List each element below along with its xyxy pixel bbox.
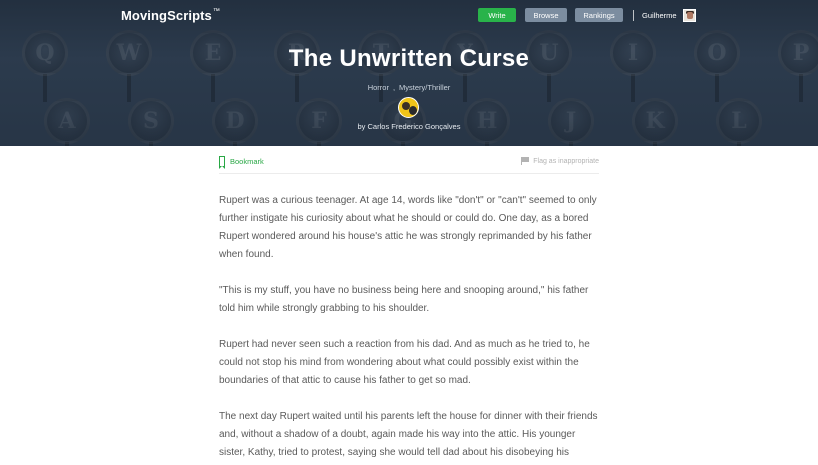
bookmark-button[interactable]: Bookmark: [218, 156, 264, 169]
trademark-mark: ™: [212, 8, 220, 15]
user-avatar[interactable]: [683, 9, 696, 22]
bookmark-label: Bookmark: [230, 156, 264, 166]
genre-link[interactable]: Mystery/Thriller: [399, 83, 450, 92]
avatar-figure: [409, 106, 417, 115]
flag-button[interactable]: Flag as inappropriate: [521, 157, 599, 165]
author-avatar[interactable]: [398, 97, 419, 118]
story-title: The Unwritten Curse: [288, 45, 530, 72]
bookmark-icon: [218, 156, 225, 169]
browse-button[interactable]: Browse: [525, 8, 567, 22]
story-body: Rupert was a curious teenager. At age 14…: [219, 192, 601, 465]
story-paragraph: Rupert was a curious teenager. At age 14…: [219, 195, 597, 260]
genre-list: Horror, Mystery/Thriller: [0, 83, 818, 92]
story-toolbar: Bookmark Flag as inappropriate: [218, 150, 599, 174]
flag-icon: [521, 157, 530, 165]
story-paragraph: The next day Rupert waited until his par…: [219, 411, 598, 458]
logo[interactable]: MovingScripts™: [121, 8, 220, 23]
author-byline[interactable]: by Carlos Frederico Gonçalves: [0, 122, 818, 131]
rankings-button[interactable]: Rankings: [575, 8, 623, 22]
genre-link[interactable]: Horror: [368, 83, 389, 92]
story-paragraph: Rupert had never seen such a reaction fr…: [219, 339, 590, 386]
logo-text: MovingScripts: [121, 8, 212, 23]
hero-banner: QWERTYUIOPASDFGHJKL MovingScripts™ Write…: [0, 0, 818, 146]
username-link[interactable]: Guilherme: [642, 11, 677, 20]
genre-separator: ,: [392, 83, 396, 92]
avatar-face: [687, 12, 693, 19]
write-button[interactable]: Write: [478, 8, 516, 22]
top-nav: MovingScripts™ Write Browse Rankings Gui…: [0, 0, 818, 32]
story-paragraph: "This is my stuff, you have no business …: [219, 285, 589, 314]
nav-divider: [633, 10, 634, 21]
flag-label: Flag as inappropriate: [533, 157, 599, 165]
